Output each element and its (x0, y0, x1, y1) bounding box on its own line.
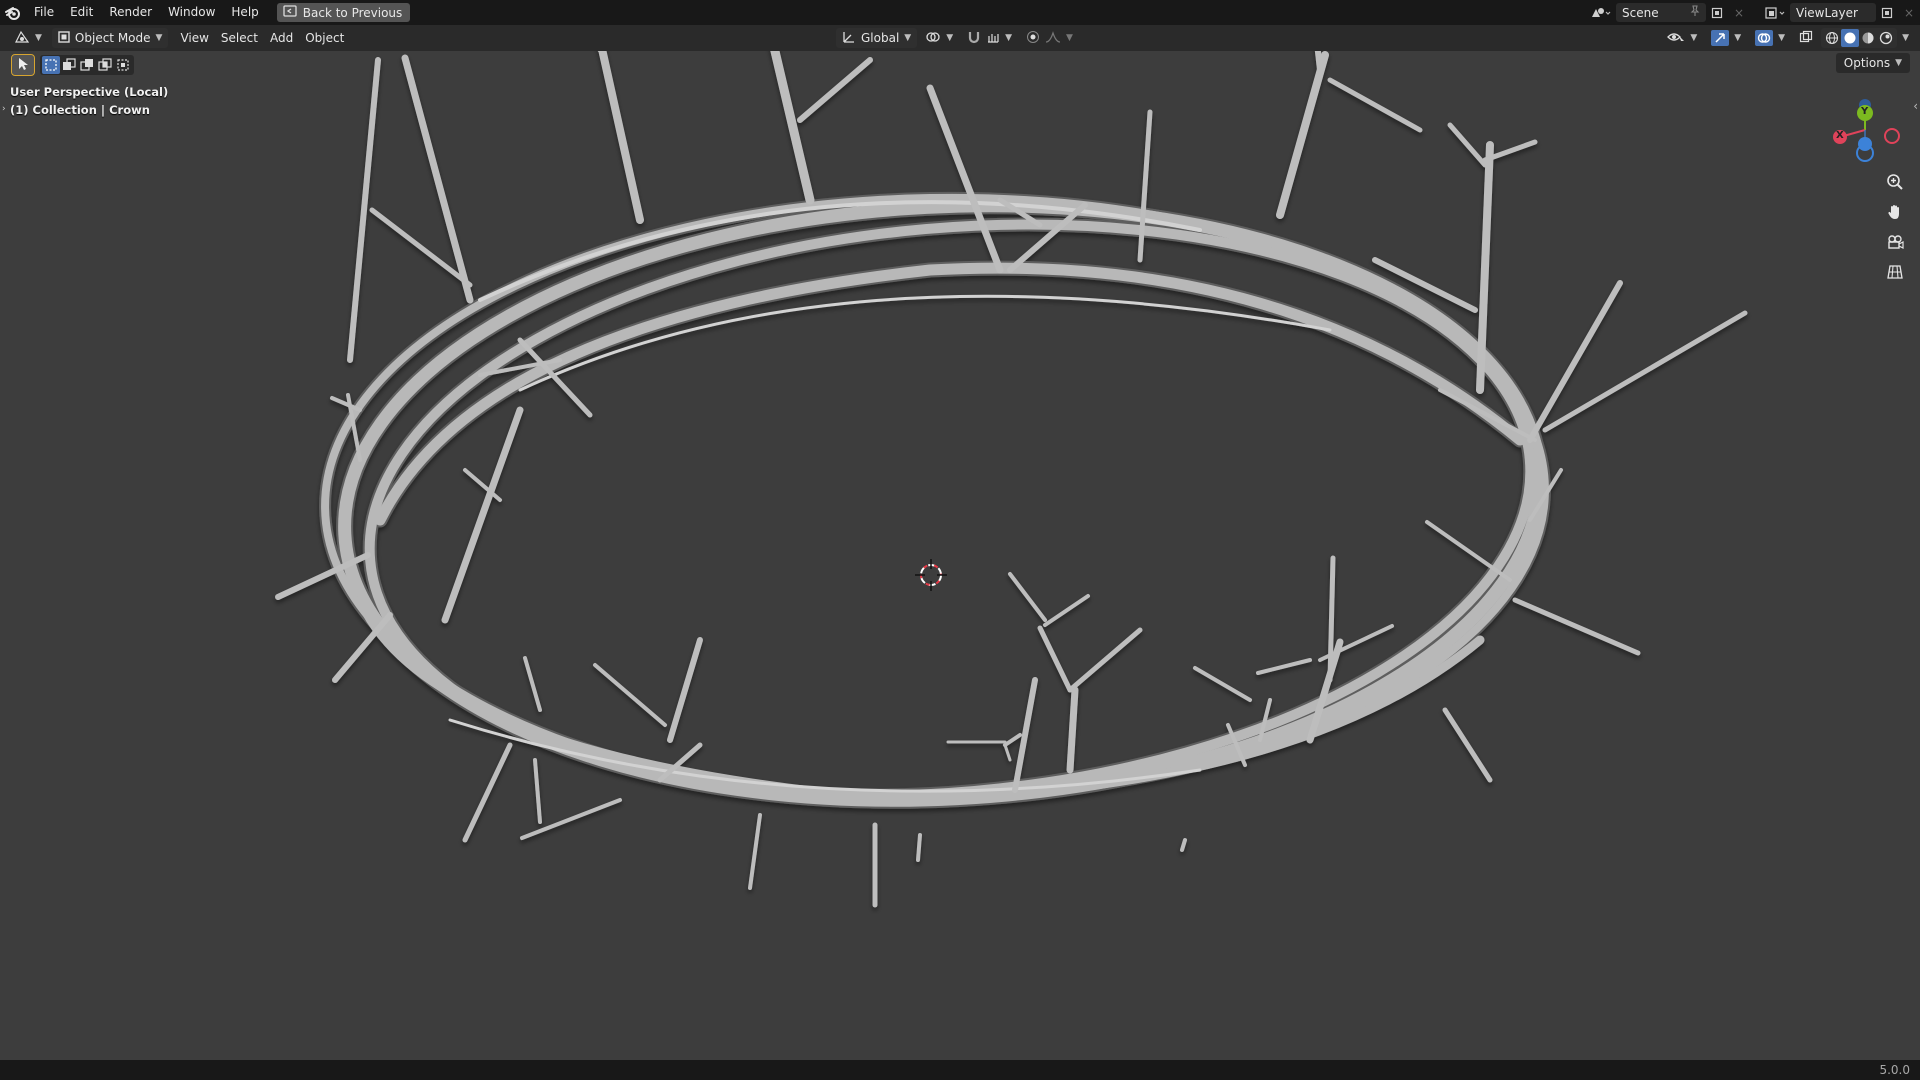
pivot-point-selector[interactable]: ▼ (919, 28, 959, 48)
zoom-icon[interactable] (1882, 169, 1908, 195)
chevron-down-icon: ▼ (1005, 33, 1013, 43)
select-tool-button[interactable] (11, 54, 35, 76)
magnet-icon (967, 30, 981, 47)
sidebar-toggle-icon[interactable]: ‹ (1913, 99, 1918, 113)
top-bar: File Edit Render Window Help Back to Pre… (0, 0, 1920, 25)
viewport-header: ▼ Object Mode ▼ View Select Add Object G… (0, 25, 1920, 51)
menu-object[interactable]: Object (299, 28, 350, 48)
crown-of-thorns-model[interactable] (0, 51, 1920, 1060)
viewlayer-name: ViewLayer (1796, 5, 1858, 20)
pin-icon[interactable] (1690, 5, 1700, 20)
overlays-icon (1755, 30, 1774, 46)
chevron-down-icon: ▼ (155, 33, 163, 43)
scene-name: Scene (1622, 5, 1659, 20)
back-screen-icon (283, 5, 297, 20)
menu-render[interactable]: Render (101, 0, 160, 25)
select-new-icon[interactable] (42, 56, 60, 74)
snap-toggle[interactable]: ▼ (961, 28, 1018, 48)
selection-mode-group (40, 55, 134, 75)
editor-type-button[interactable]: ▼ (8, 28, 48, 48)
viewlayer-name-field[interactable]: ViewLayer (1790, 3, 1876, 22)
options-dropdown[interactable]: Options ▼ (1835, 53, 1910, 73)
chevron-down-icon: ▼ (35, 33, 42, 43)
snap-increment-icon[interactable] (986, 30, 1000, 47)
transform-orientation-selector[interactable]: Global ▼ (836, 28, 918, 48)
version-label: 5.0.0 (1879, 1063, 1910, 1077)
orientation-axes-icon (842, 30, 856, 47)
chevron-down-icon: ▼ (1902, 33, 1909, 43)
menu-view[interactable]: View (174, 28, 214, 48)
viewlayer-selector-icon[interactable] (1760, 3, 1790, 22)
overlays-toggle[interactable]: ▼ (1749, 28, 1791, 48)
chevron-down-icon: ▼ (1066, 33, 1073, 43)
wireframe-shading-icon[interactable] (1823, 29, 1841, 47)
select-subtract-icon[interactable] (78, 56, 96, 74)
menu-select[interactable]: Select (215, 28, 264, 48)
menu-add[interactable]: Add (264, 28, 299, 48)
back-to-previous-label: Back to Previous (302, 5, 403, 20)
scene-name-field[interactable]: Scene (1616, 3, 1706, 22)
camera-view-icon[interactable] (1882, 229, 1908, 255)
chevron-down-icon: ▼ (1734, 33, 1742, 43)
chevron-down-icon: ▼ (904, 33, 912, 43)
xray-icon (1799, 30, 1813, 47)
cursor-arrow-icon (17, 56, 29, 75)
perspective-label: User Perspective (Local) (10, 85, 169, 99)
blender-window: File Edit Render Window Help Back to Pre… (0, 0, 1920, 1080)
options-label: Options (1843, 56, 1891, 70)
rendered-shading-icon[interactable] (1877, 29, 1895, 47)
new-viewlayer-icon[interactable] (1876, 3, 1898, 22)
menu-file[interactable]: File (26, 0, 62, 25)
falloff-icon[interactable] (1045, 30, 1061, 47)
tool-settings-row (11, 54, 134, 76)
xray-toggle[interactable] (1793, 28, 1819, 48)
mode-label: Object Mode (74, 31, 151, 45)
material-preview-shading-icon[interactable] (1859, 29, 1877, 47)
menu-window[interactable]: Window (160, 0, 223, 25)
proportional-editing-toggle[interactable]: ▼ (1020, 28, 1079, 48)
eye-pointer-icon (1667, 30, 1685, 47)
scene-selector-icon[interactable] (1586, 3, 1616, 22)
select-extend-icon[interactable] (60, 56, 78, 74)
navigation-gizmo[interactable]: X Y (1828, 93, 1902, 167)
3d-cursor-icon[interactable] (915, 559, 947, 591)
orientation-label: Global (861, 31, 900, 45)
select-invert-icon[interactable] (96, 56, 114, 74)
shading-options-button[interactable]: ▼ (1899, 28, 1912, 48)
chevron-down-icon: ▼ (1690, 33, 1698, 43)
shading-mode-group (1821, 28, 1898, 48)
perspective-toggle-icon[interactable] (1882, 259, 1908, 285)
menu-help[interactable]: Help (223, 0, 266, 25)
object-mode-icon (58, 30, 70, 46)
chevron-down-icon: ▼ (1778, 33, 1786, 43)
gizmo-x-label: X (1836, 130, 1844, 141)
menu-edit[interactable]: Edit (62, 0, 101, 25)
back-to-previous-button[interactable]: Back to Previous (276, 3, 411, 22)
collection-label: (1) Collection | Crown (10, 103, 150, 117)
delete-scene-icon[interactable]: × (1728, 3, 1750, 22)
proportional-editing-icon (1026, 30, 1040, 47)
status-bar: 5.0.0 (0, 1060, 1920, 1080)
gizmo-y-label: Y (1861, 106, 1869, 117)
new-scene-icon[interactable] (1706, 3, 1728, 22)
chevron-down-icon: ▼ (946, 33, 954, 43)
pan-hand-icon[interactable] (1882, 199, 1908, 225)
delete-viewlayer-icon[interactable]: × (1898, 3, 1920, 22)
pivot-icon (925, 30, 941, 47)
solid-shading-icon[interactable] (1841, 29, 1860, 47)
gizmo-toggle[interactable]: ▼ (1705, 28, 1747, 48)
chevron-down-icon: ▼ (1895, 58, 1902, 68)
visibility-selectability-button[interactable]: ▼ (1661, 28, 1703, 48)
mode-selector[interactable]: Object Mode ▼ (51, 28, 169, 48)
select-intersect-icon[interactable] (114, 56, 132, 74)
gizmo-icon (1711, 30, 1730, 46)
3d-viewport-icon (14, 30, 30, 47)
blender-logo-icon[interactable] (0, 0, 26, 25)
expand-arrow-icon[interactable]: › (2, 104, 6, 114)
3d-viewport[interactable]: Options ▼ User Perspective (Local) (1) C… (0, 51, 1920, 1060)
